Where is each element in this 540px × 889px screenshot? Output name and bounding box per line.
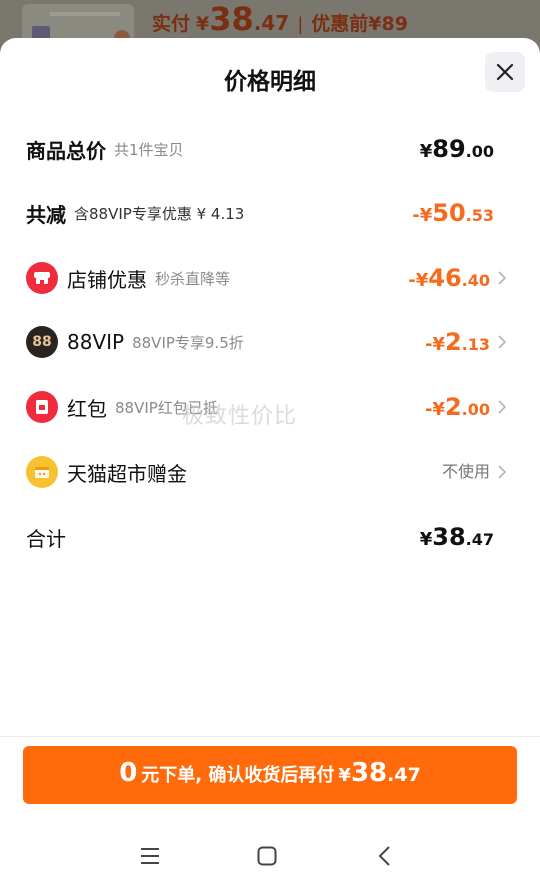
red-packet-label: 红包 [67,396,107,421]
original-price: 优惠前¥89 [311,13,408,35]
cta-text: 元下单, 确认收货后再付 [141,765,335,786]
close-icon [496,63,514,81]
goods-total-amount: ¥ 89 .00 [420,129,494,169]
chevron-right-icon [498,400,507,414]
divider [0,736,540,737]
row-88vip[interactable]: 88 88VIP 88VIP专享9.5折 -¥ 2 .13 [0,322,540,362]
shop-discount-sub: 秒杀直降等 [155,269,231,288]
back-icon [378,846,390,866]
amount-int: 2 [444,393,462,421]
currency-symbol: ¥ [419,141,433,162]
sum-label: 合计 [26,526,66,551]
shop-discount-amount: -¥ 46 .40 [408,258,490,298]
reduced-label: 共减 [26,202,66,227]
system-nav-bar [0,820,540,889]
red-packet-amount: -¥ 2 .00 [425,387,490,427]
amount-prefix: -¥ [412,205,433,226]
amount-prefix: -¥ [424,399,445,420]
vip-amount: -¥ 2 .13 [425,322,490,362]
cta-zero: 0 [119,758,138,788]
vip-badge-icon: 88 [26,326,58,358]
amount-prefix: -¥ [424,334,445,355]
nav-back-button[interactable] [367,838,403,874]
amount-prefix: -¥ [408,270,429,291]
paid-amount-dec: .47 [253,11,290,35]
amount-int: 89 [432,135,466,163]
shop-icon [26,262,58,294]
vip-label: 88VIP [67,330,125,354]
nav-menu-button[interactable] [132,838,168,874]
row-total-reduced: 共减 含88VIP专享优惠 ¥ 4.13 -¥ 50 .53 [0,193,540,233]
cta-amount-int: 38 [350,758,388,788]
vip-sub: 88VIP专享9.5折 [132,333,244,352]
row-tmall-gift-money[interactable]: 天猫超市赠金 不使用 [0,452,540,492]
sum-amount: ¥ 38 .47 [420,517,494,557]
amount-dec: .53 [465,206,494,225]
amount-int: 38 [432,523,466,551]
red-packet-icon [26,391,58,423]
amount-dec: .00 [465,142,494,161]
sheet-title: 价格明细 [224,69,316,95]
cta-currency: ¥ [338,765,351,786]
paid-currency: ¥ [196,13,210,35]
row-shop-discount[interactable]: 店铺优惠 秒杀直降等 -¥ 46 .40 [0,258,540,298]
background-price-line: 实付 ¥ 38 .47 | 优惠前¥89 [152,0,408,38]
place-order-button[interactable]: 0 元下单, 确认收货后再付 ¥ 38 .47 [23,746,517,804]
amount-dec: .00 [461,400,490,419]
tmall-cat-icon [26,456,58,488]
amount-int: 46 [428,264,462,292]
paid-amount-int: 38 [209,0,254,38]
shop-discount-label: 店铺优惠 [67,267,147,292]
amount-dec: .47 [465,530,494,549]
cta-amount-dec: .47 [387,764,421,786]
chevron-right-icon [498,271,507,285]
amount-dec: .40 [461,271,490,290]
paid-label: 实付 [152,13,191,35]
chevron-right-icon [498,335,507,349]
home-icon [257,846,277,866]
goods-total-sub: 共1件宝贝 [114,140,184,159]
close-button[interactable] [485,52,525,92]
row-sum: 合计 ¥ 38 .47 [0,517,540,557]
goods-total-label: 商品总价 [26,138,106,163]
amount-int: 50 [432,199,466,227]
nav-home-button[interactable] [249,838,285,874]
tmall-gift-label: 天猫超市赠金 [67,461,187,486]
amount-int: 2 [444,328,462,356]
row-goods-total: 商品总价 共1件宝贝 ¥ 89 .00 [0,129,540,169]
chevron-right-icon [498,465,507,479]
reduced-sub: 含88VIP专享优惠 ¥ 4.13 [74,204,245,223]
price-separator: | [297,14,304,35]
menu-icon [141,848,159,864]
tmall-gift-status: 不使用 [441,462,490,481]
reduced-amount: -¥ 50 .53 [412,193,494,233]
amount-dec: .13 [461,335,490,354]
currency-symbol: ¥ [419,529,433,550]
watermark: 极致性价比 [182,404,298,429]
